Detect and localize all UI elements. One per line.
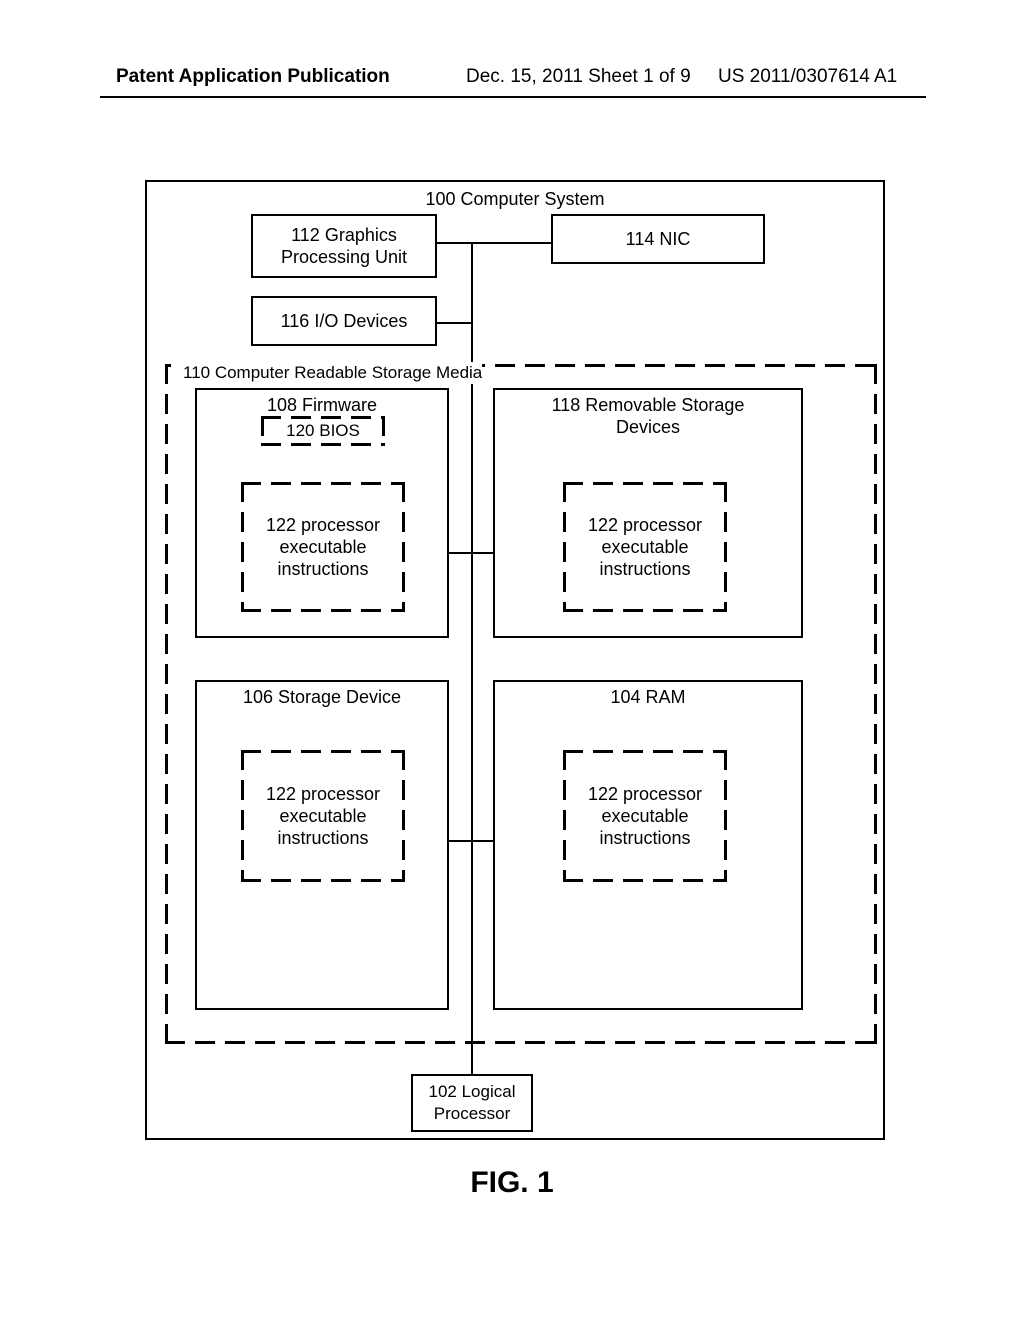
gpu-box: 112 Graphics Processing Unit bbox=[251, 214, 437, 278]
firmware-connector bbox=[449, 552, 471, 554]
removable-label: 118 Removable Storage Devices bbox=[495, 394, 801, 438]
computer-system-title: 100 Computer System bbox=[147, 188, 883, 210]
pei-ram-label: 122 processor executable instructions bbox=[563, 750, 727, 882]
logical-processor-label: 102 Logical Processor bbox=[413, 1076, 531, 1130]
pei-storage-box: 122 processor executable instructions bbox=[241, 750, 405, 882]
header-right: US 2011/0307614 A1 bbox=[718, 66, 897, 88]
page: Patent Application Publication Dec. 15, … bbox=[0, 0, 1024, 1320]
storage-connector bbox=[449, 840, 471, 842]
storage-media-title: 110 Computer Readable Storage Media bbox=[171, 362, 482, 384]
header-left: Patent Application Publication bbox=[116, 66, 390, 88]
diagram-canvas: 100 Computer System 112 Graphics Process… bbox=[145, 180, 885, 1140]
pei-removable-label: 122 processor executable instructions bbox=[563, 482, 727, 612]
bios-label: 120 BIOS bbox=[261, 416, 385, 446]
io-box: 116 I/O Devices bbox=[251, 296, 437, 346]
removable-connector bbox=[471, 552, 493, 554]
ram-connector bbox=[471, 840, 493, 842]
nic-box: 114 NIC bbox=[551, 214, 765, 264]
bios-box: 120 BIOS bbox=[261, 416, 385, 446]
pei-storage-label: 122 processor executable instructions bbox=[241, 750, 405, 882]
nic-connector bbox=[471, 242, 551, 244]
header-mid: Dec. 15, 2011 Sheet 1 of 9 bbox=[466, 66, 691, 88]
header-rule bbox=[100, 96, 926, 98]
pei-firmware-label: 122 processor executable instructions bbox=[241, 482, 405, 612]
pei-firmware-box: 122 processor executable instructions bbox=[241, 482, 405, 612]
gpu-connector bbox=[437, 242, 471, 244]
io-label: 116 I/O Devices bbox=[253, 298, 435, 344]
gpu-label: 112 Graphics Processing Unit bbox=[253, 216, 435, 276]
pei-removable-box: 122 processor executable instructions bbox=[563, 482, 727, 612]
figure-caption: FIG. 1 bbox=[0, 1166, 1024, 1200]
nic-label: 114 NIC bbox=[553, 216, 763, 262]
io-connector bbox=[437, 322, 471, 324]
ram-label: 104 RAM bbox=[495, 686, 801, 708]
logical-processor-box: 102 Logical Processor bbox=[411, 1074, 533, 1132]
firmware-label: 108 Firmware bbox=[197, 394, 447, 416]
pei-ram-box: 122 processor executable instructions bbox=[563, 750, 727, 882]
page-header: Patent Application Publication Dec. 15, … bbox=[0, 66, 1024, 100]
storage-device-label: 106 Storage Device bbox=[197, 686, 447, 708]
